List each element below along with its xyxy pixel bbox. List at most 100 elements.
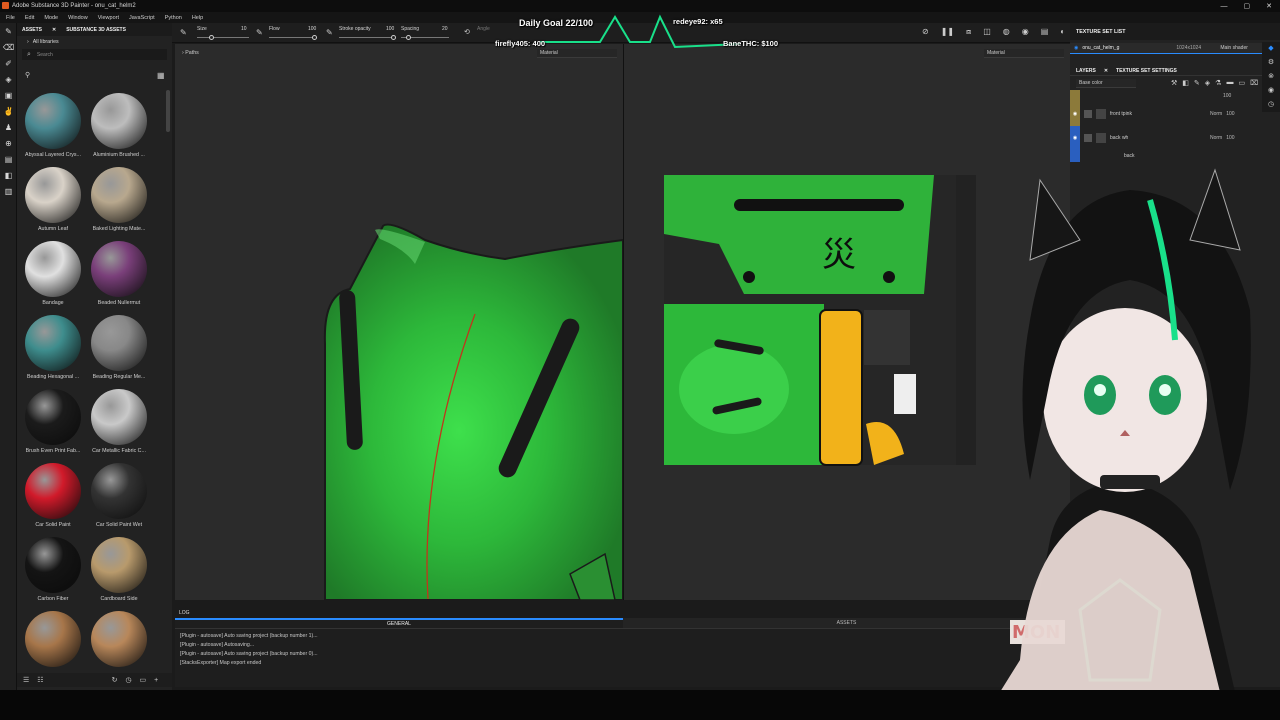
refresh-icon[interactable]: ↻ bbox=[112, 676, 118, 684]
render-icon[interactable]: ◉ bbox=[1022, 27, 1029, 37]
brush-icon[interactable]: ✎ bbox=[1194, 79, 1200, 87]
pause-icon[interactable]: ❚❚ bbox=[941, 27, 954, 37]
layers-icon[interactable]: ◆ bbox=[1268, 44, 1273, 52]
filter-icon[interactable]: ⚲ bbox=[25, 71, 30, 79]
effect-icon[interactable]: ⚗ bbox=[1215, 79, 1221, 87]
clone-icon[interactable]: ♟ bbox=[0, 119, 17, 135]
asset-tile[interactable]: Baked Lighting Mate... bbox=[86, 167, 152, 241]
flow-slider[interactable] bbox=[269, 35, 317, 40]
spacing-value[interactable]: 20 bbox=[442, 26, 448, 32]
pen-icon[interactable]: ✎ bbox=[326, 28, 333, 37]
eye-icon[interactable]: ◉ bbox=[1074, 45, 1078, 51]
menu-viewport[interactable]: Viewport bbox=[98, 15, 119, 21]
menu-help[interactable]: Help bbox=[192, 15, 203, 21]
bake-icon[interactable]: ▤ bbox=[0, 151, 17, 167]
search-input[interactable]: ⌕ Search bbox=[22, 49, 167, 60]
folder-icon[interactable]: ▭ bbox=[140, 676, 147, 684]
asset-tile[interactable]: Beaded Nullermut bbox=[86, 241, 152, 315]
close-icon[interactable]: ✕ bbox=[1104, 68, 1108, 74]
minimize-button[interactable]: — bbox=[1221, 3, 1228, 10]
mask-icon[interactable]: ◧ bbox=[1182, 79, 1189, 87]
layer-name[interactable]: front tpink bbox=[1110, 111, 1190, 117]
smudge-icon[interactable]: ✌ bbox=[0, 103, 17, 119]
history-icon[interactable]: ◷ bbox=[125, 676, 131, 684]
asset-tile[interactable]: Car Solid Paint bbox=[20, 463, 86, 537]
menu-edit[interactable]: Edit bbox=[25, 15, 34, 21]
assets-scrollbar[interactable] bbox=[166, 90, 170, 132]
size-value[interactable]: 10 bbox=[241, 26, 247, 32]
maximize-button[interactable]: ▢ bbox=[1244, 2, 1251, 10]
texture-set-shader[interactable]: Main shader bbox=[1220, 45, 1248, 51]
asset-tile[interactable]: Brush Even Print Fab... bbox=[20, 389, 86, 463]
tab-layers[interactable]: LAYERS bbox=[1076, 68, 1096, 74]
folder-icon[interactable]: ▬ bbox=[1226, 79, 1233, 87]
layer-blend[interactable]: Norm bbox=[1210, 111, 1222, 117]
library-selector[interactable]: › All libraries bbox=[17, 36, 172, 47]
asset-tile[interactable]: Beading Regular Me... bbox=[86, 315, 152, 389]
geometry-mask-icon[interactable]: ◈ bbox=[0, 71, 17, 87]
picker-icon[interactable]: ⊕ bbox=[0, 135, 17, 151]
layer-opacity[interactable]: 100 bbox=[1223, 93, 1231, 99]
sphere-icon[interactable]: ◍ bbox=[1003, 27, 1010, 37]
asset-tile[interactable]: Bandage bbox=[20, 241, 86, 315]
layer-row[interactable]: ◉ front tpink Norm 100 bbox=[1070, 102, 1280, 126]
asset-label: Autumn Leaf bbox=[37, 226, 69, 232]
menu-mode[interactable]: Mode bbox=[44, 15, 58, 21]
list-icon[interactable]: ☰ bbox=[23, 676, 29, 684]
asset-tile[interactable]: Abyssal Layered Crys... bbox=[20, 93, 86, 167]
eye-icon[interactable]: ◉ bbox=[1070, 102, 1080, 126]
asset-tile[interactable]: Beading Hexagonal ... bbox=[20, 315, 86, 389]
viewport-3d[interactable]: › Paths Material bbox=[175, 44, 623, 600]
view-icon[interactable]: ◫ bbox=[983, 27, 991, 37]
stroke-opacity-slider[interactable] bbox=[339, 35, 396, 40]
eraser-icon[interactable]: ⌫ bbox=[0, 39, 17, 55]
tab-texture-set-settings[interactable]: TEXTURE SET SETTINGS bbox=[1116, 68, 1177, 74]
asset-tile[interactable]: Car Metallic Fabric C... bbox=[86, 389, 152, 463]
flow-value[interactable]: 100 bbox=[308, 26, 316, 32]
texture-set-row[interactable]: ◉ onu_cat_helm_g 1024x1024 Main shader bbox=[1070, 43, 1280, 54]
close-button[interactable]: ✕ bbox=[1266, 2, 1272, 10]
screenshot-icon[interactable]: ◐ bbox=[1060, 27, 1065, 37]
properties-icon[interactable]: ⚙ bbox=[1268, 58, 1274, 66]
fill-icon[interactable]: ▣ bbox=[0, 87, 17, 103]
angle-icon[interactable]: ⟲ bbox=[464, 28, 470, 36]
menu-file[interactable]: File bbox=[6, 15, 15, 21]
no-camera-icon[interactable]: ⊘ bbox=[922, 27, 929, 37]
history-icon[interactable]: ◷ bbox=[1268, 100, 1274, 108]
shelf-icon[interactable]: ⊗ bbox=[1268, 72, 1274, 80]
brush-icon[interactable]: ✎ bbox=[180, 28, 187, 37]
menu-python[interactable]: Python bbox=[165, 15, 182, 21]
size-slider[interactable] bbox=[197, 35, 249, 40]
layer-row[interactable]: 100 bbox=[1070, 90, 1280, 102]
tab-substance-assets[interactable]: SUBSTANCE 3D ASSETS bbox=[66, 27, 126, 33]
list-alt-icon[interactable]: ☷ bbox=[37, 676, 43, 684]
group-icon[interactable]: ▭ bbox=[1238, 79, 1245, 87]
fill-icon[interactable]: ◈ bbox=[1205, 79, 1210, 87]
menu-window[interactable]: Window bbox=[68, 15, 88, 21]
channel-dropdown[interactable]: Base color bbox=[1076, 78, 1136, 88]
asset-tile[interactable]: Aluminium Brushed ... bbox=[86, 93, 152, 167]
settings-icon[interactable]: ▥ bbox=[0, 183, 17, 199]
close-icon[interactable]: ✕ bbox=[52, 27, 56, 33]
pen-pressure-icon[interactable]: ✎ bbox=[256, 28, 263, 37]
camera-icon[interactable]: ⧈ bbox=[966, 27, 971, 37]
grid-view-icon[interactable]: ▦ bbox=[157, 71, 165, 80]
magic-icon[interactable]: ⚒ bbox=[1171, 79, 1177, 87]
asset-tile[interactable]: Carbon Fiber bbox=[20, 537, 86, 611]
projection-icon[interactable]: ✐ bbox=[0, 55, 17, 71]
trash-icon[interactable]: ⌧ bbox=[1250, 79, 1258, 87]
tab-assets[interactable]: ASSETS bbox=[22, 27, 42, 33]
add-icon[interactable]: + bbox=[154, 677, 158, 684]
display-settings-icon[interactable]: ◉ bbox=[1268, 86, 1274, 94]
stroke-opacity-value[interactable]: 100 bbox=[386, 26, 394, 32]
asset-tile[interactable]: Cardboard Side bbox=[86, 537, 152, 611]
export-icon[interactable]: ◧ bbox=[0, 167, 17, 183]
asset-tile[interactable]: Car Solid Paint Wet bbox=[86, 463, 152, 537]
menu-javascript[interactable]: JavaScript bbox=[129, 15, 155, 21]
tab-general[interactable]: GENERAL bbox=[175, 618, 623, 628]
paint-brush-icon[interactable]: ✎ bbox=[0, 23, 17, 39]
split-view-icon[interactable]: ▤ bbox=[1041, 27, 1049, 37]
asset-tile[interactable]: Autumn Leaf bbox=[20, 167, 86, 241]
layer-opacity[interactable]: 100 bbox=[1226, 111, 1234, 117]
spacing-slider[interactable] bbox=[401, 35, 449, 40]
